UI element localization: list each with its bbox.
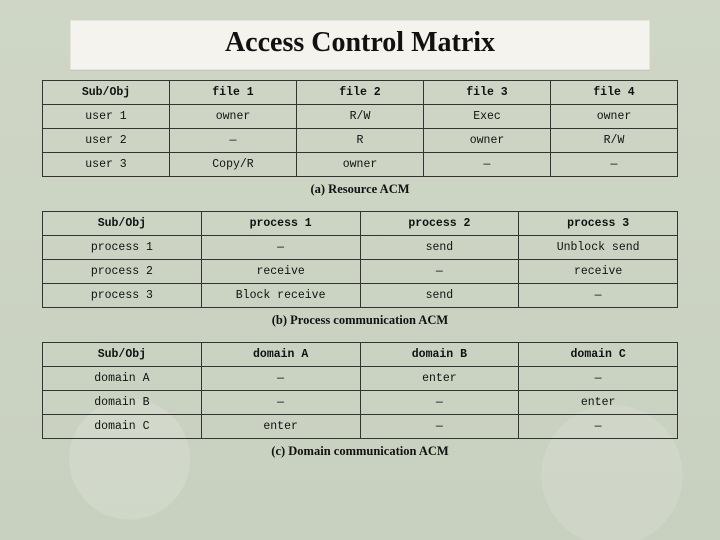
cell: Exec bbox=[424, 105, 551, 129]
cell: send bbox=[360, 284, 519, 308]
cell: Copy/R bbox=[170, 153, 297, 177]
slide-title: Access Control Matrix bbox=[70, 20, 650, 70]
col-header: process 2 bbox=[360, 212, 519, 236]
resource-acm-table: Sub/Obj file 1 file 2 file 3 file 4 user… bbox=[42, 80, 678, 177]
cell: — bbox=[360, 260, 519, 284]
cell: owner bbox=[551, 105, 678, 129]
cell: R/W bbox=[297, 105, 424, 129]
col-header: file 1 bbox=[170, 81, 297, 105]
table-row: process 1 — send Unblock send bbox=[43, 236, 678, 260]
col-header: domain C bbox=[519, 343, 678, 367]
table-header-row: Sub/Obj process 1 process 2 process 3 bbox=[43, 212, 678, 236]
table-caption-c: (c) Domain communication ACM bbox=[42, 439, 678, 469]
table-row: domain A — enter — bbox=[43, 367, 678, 391]
table-header-row: Sub/Obj file 1 file 2 file 3 file 4 bbox=[43, 81, 678, 105]
col-header: file 4 bbox=[551, 81, 678, 105]
cell: — bbox=[519, 284, 678, 308]
cell: owner bbox=[424, 129, 551, 153]
table-block-b: Sub/Obj process 1 process 2 process 3 pr… bbox=[42, 211, 678, 338]
cell: Unblock send bbox=[519, 236, 678, 260]
table-block-a: Sub/Obj file 1 file 2 file 3 file 4 user… bbox=[42, 80, 678, 207]
row-label: process 2 bbox=[43, 260, 202, 284]
cell: Block receive bbox=[201, 284, 360, 308]
row-label: process 3 bbox=[43, 284, 202, 308]
row-label: domain B bbox=[43, 391, 202, 415]
cell: — bbox=[170, 129, 297, 153]
table-row: process 2 receive — receive bbox=[43, 260, 678, 284]
col-header: file 2 bbox=[297, 81, 424, 105]
cell: — bbox=[360, 415, 519, 439]
cell: owner bbox=[170, 105, 297, 129]
col-header: process 1 bbox=[201, 212, 360, 236]
table-row: user 1 owner R/W Exec owner bbox=[43, 105, 678, 129]
cell: enter bbox=[519, 391, 678, 415]
table-header-row: Sub/Obj domain A domain B domain C bbox=[43, 343, 678, 367]
cell: — bbox=[519, 415, 678, 439]
col-header: Sub/Obj bbox=[43, 81, 170, 105]
cell: — bbox=[551, 153, 678, 177]
cell: — bbox=[519, 367, 678, 391]
cell: — bbox=[201, 391, 360, 415]
row-label: process 1 bbox=[43, 236, 202, 260]
domain-acm-table: Sub/Obj domain A domain B domain C domai… bbox=[42, 342, 678, 439]
process-acm-table: Sub/Obj process 1 process 2 process 3 pr… bbox=[42, 211, 678, 308]
table-row: domain B — — enter bbox=[43, 391, 678, 415]
cell: — bbox=[360, 391, 519, 415]
col-header: process 3 bbox=[519, 212, 678, 236]
cell: R/W bbox=[551, 129, 678, 153]
cell: — bbox=[201, 367, 360, 391]
row-label: user 1 bbox=[43, 105, 170, 129]
cell: enter bbox=[201, 415, 360, 439]
table-row: domain C enter — — bbox=[43, 415, 678, 439]
col-header: Sub/Obj bbox=[43, 343, 202, 367]
table-row: user 3 Copy/R owner — — bbox=[43, 153, 678, 177]
table-caption-a: (a) Resource ACM bbox=[42, 177, 678, 207]
cell: — bbox=[201, 236, 360, 260]
row-label: domain C bbox=[43, 415, 202, 439]
table-row: process 3 Block receive send — bbox=[43, 284, 678, 308]
table-caption-b: (b) Process communication ACM bbox=[42, 308, 678, 338]
cell: R bbox=[297, 129, 424, 153]
row-label: domain A bbox=[43, 367, 202, 391]
table-block-c: Sub/Obj domain A domain B domain C domai… bbox=[42, 342, 678, 469]
col-header: Sub/Obj bbox=[43, 212, 202, 236]
cell: owner bbox=[297, 153, 424, 177]
col-header: domain A bbox=[201, 343, 360, 367]
table-row: user 2 — R owner R/W bbox=[43, 129, 678, 153]
cell: send bbox=[360, 236, 519, 260]
cell: — bbox=[424, 153, 551, 177]
cell: receive bbox=[519, 260, 678, 284]
cell: receive bbox=[201, 260, 360, 284]
col-header: file 3 bbox=[424, 81, 551, 105]
cell: enter bbox=[360, 367, 519, 391]
row-label: user 2 bbox=[43, 129, 170, 153]
col-header: domain B bbox=[360, 343, 519, 367]
row-label: user 3 bbox=[43, 153, 170, 177]
